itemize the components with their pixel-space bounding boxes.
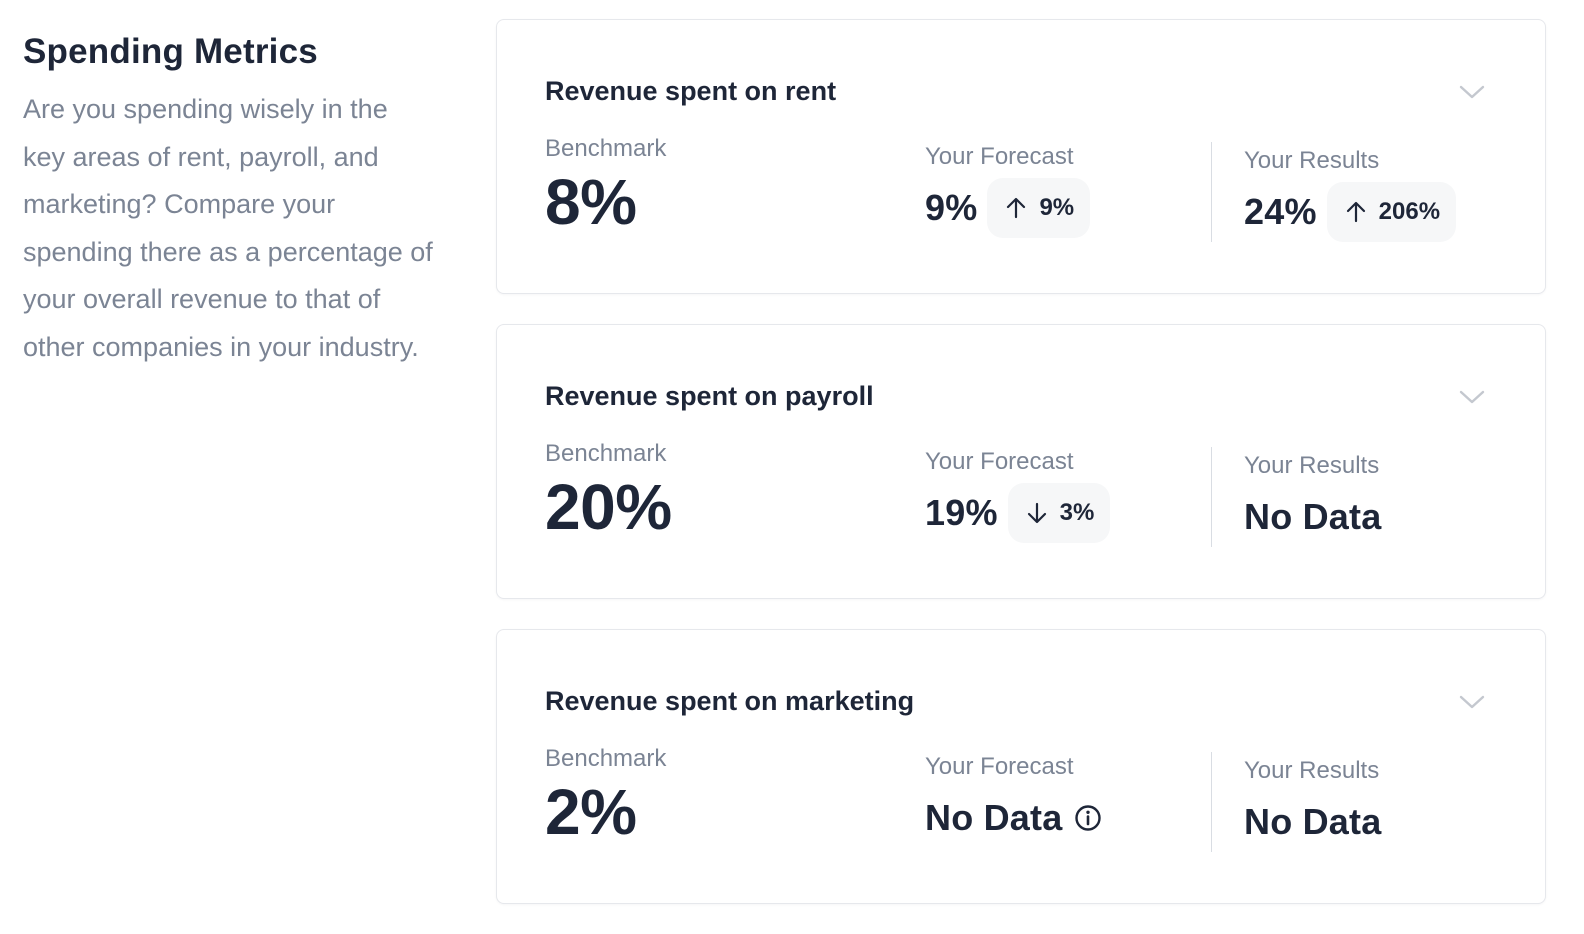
intro-section: Spending Metrics Are you spending wisely… [23, 30, 433, 371]
forecast-label: Your Forecast [925, 448, 1074, 475]
benchmark-label: Benchmark [545, 135, 667, 162]
benchmark-column: Benchmark 2% [545, 744, 666, 848]
benchmark-label: Benchmark [545, 440, 667, 467]
forecast-value: No Data [925, 797, 1063, 838]
results-column: Your Results No Data [1244, 451, 1381, 547]
results-change-value: 206% [1378, 198, 1441, 225]
chevron-down-icon[interactable] [1457, 692, 1487, 712]
benchmark-value: 2% [545, 776, 637, 848]
card-title: Revenue spent on rent [545, 76, 837, 106]
results-label: Your Results [1244, 757, 1380, 784]
results-label: Your Results [1244, 147, 1380, 174]
forecast-column: Your Forecast 19% 3% [925, 447, 1111, 543]
section-title: Spending Metrics [23, 32, 318, 71]
forecast-change-badge: 3% [1007, 483, 1111, 543]
forecast-column: Your Forecast 9% 9% [925, 142, 1091, 238]
info-icon[interactable] [1074, 804, 1102, 832]
forecast-change-badge: 9% [987, 178, 1091, 238]
forecast-change-value: 3% [1059, 499, 1095, 526]
chevron-down-icon[interactable] [1457, 387, 1487, 407]
benchmark-value: 8% [545, 166, 637, 238]
section-description: Are you spending wisely in the key areas… [23, 94, 433, 362]
chevron-down-icon[interactable] [1457, 82, 1487, 102]
results-column: Your Results No Data [1244, 756, 1381, 852]
results-value: No Data [1244, 801, 1382, 842]
metric-card-payroll: Revenue spent on payroll Benchmark 20% Y… [496, 324, 1546, 599]
metric-card-marketing: Revenue spent on marketing Benchmark 2% … [496, 629, 1546, 904]
arrow-up-icon [1007, 197, 1026, 219]
benchmark-column: Benchmark 8% [545, 134, 666, 238]
metric-card-rent: Revenue spent on rent Benchmark 8% Your … [496, 19, 1546, 294]
forecast-value: 9% [925, 187, 978, 228]
forecast-change-value: 9% [1039, 194, 1075, 221]
results-column: Your Results 24% 206% [1244, 146, 1457, 242]
results-value: 24% [1244, 191, 1317, 232]
forecast-label: Your Forecast [925, 753, 1074, 780]
benchmark-column: Benchmark 20% [545, 439, 672, 543]
forecast-column: Your Forecast No Data [925, 752, 1102, 848]
card-title: Revenue spent on marketing [545, 686, 915, 716]
arrow-down-icon [1027, 502, 1046, 524]
forecast-value: 19% [925, 492, 998, 533]
benchmark-value: 20% [545, 471, 672, 543]
results-change-badge: 206% [1326, 182, 1457, 242]
column-divider [1211, 142, 1212, 242]
forecast-label: Your Forecast [925, 143, 1074, 170]
benchmark-label: Benchmark [545, 745, 667, 772]
results-label: Your Results [1244, 452, 1380, 479]
column-divider [1211, 752, 1212, 852]
spending-metrics-page: Spending Metrics Are you spending wisely… [0, 0, 1584, 934]
card-title: Revenue spent on payroll [545, 381, 874, 411]
column-divider [1211, 447, 1212, 547]
arrow-up-icon [1346, 201, 1365, 223]
results-value: No Data [1244, 496, 1382, 537]
